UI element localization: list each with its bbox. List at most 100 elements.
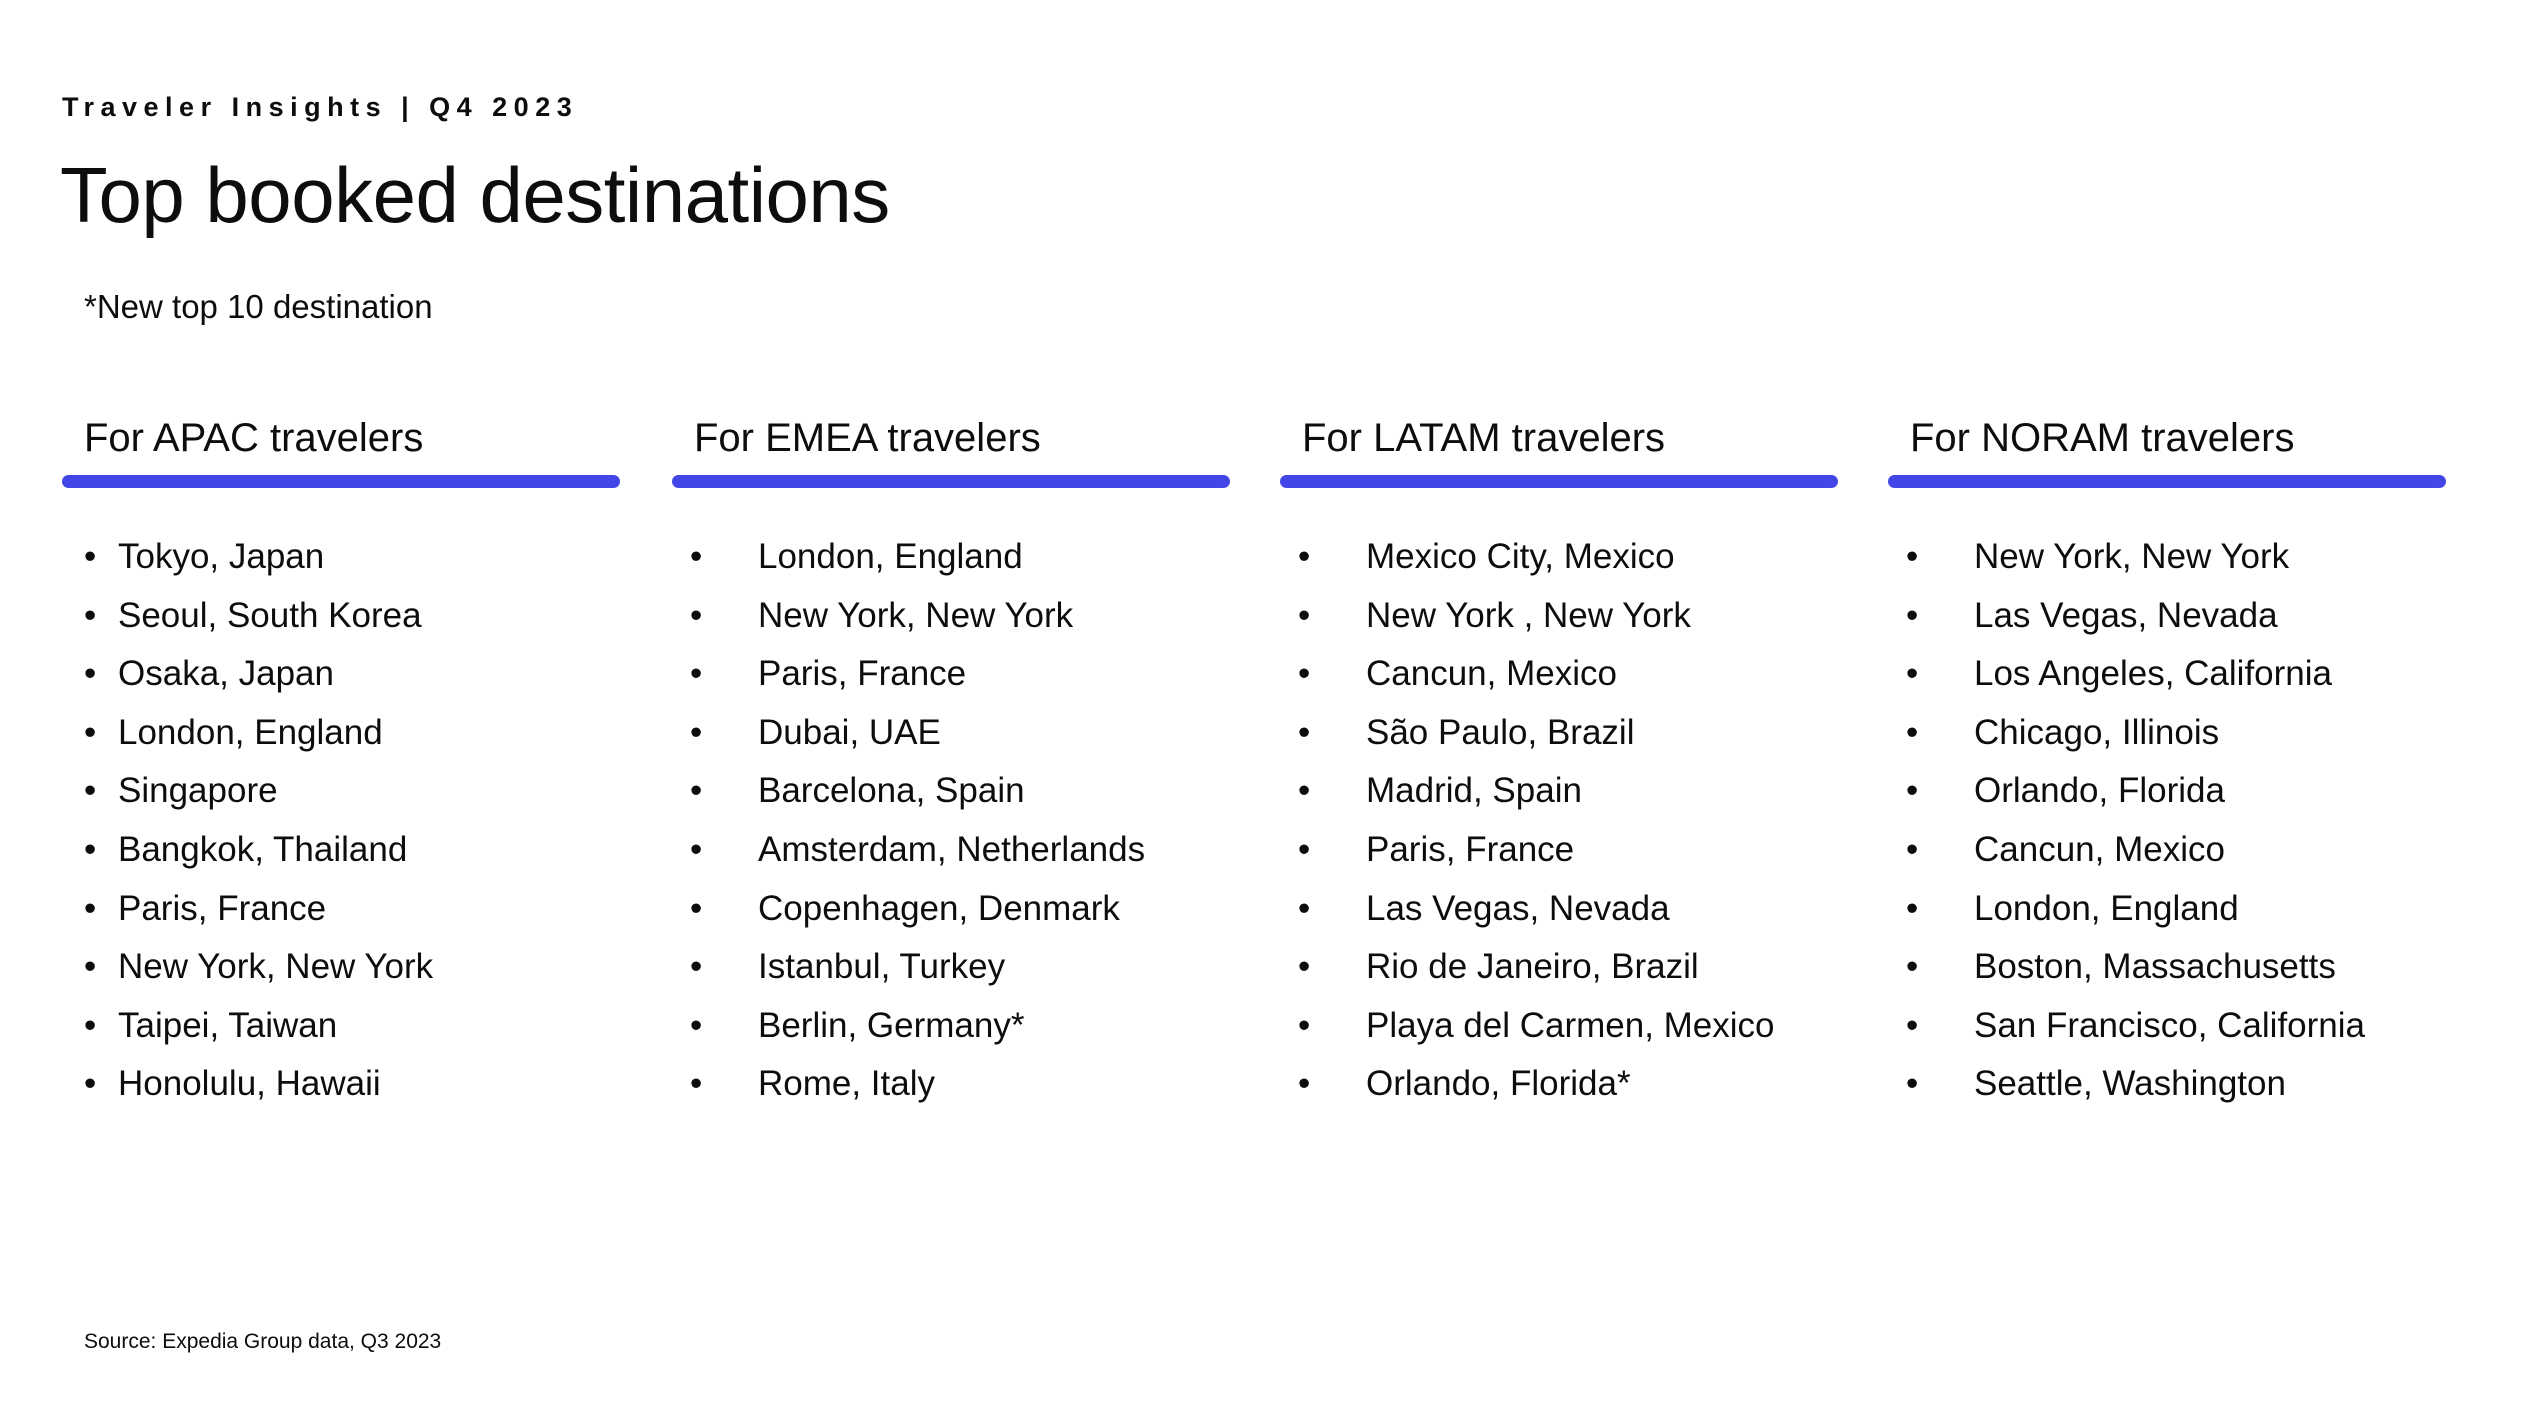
list-item: • Boston, Massachusetts [1888,938,2450,997]
destination-label: Berlin, Germany* [758,1005,1025,1045]
destination-label: London, England [118,712,383,752]
bullet-icon: • [1906,654,1919,694]
destination-label: Paris, France [758,654,967,694]
list-item: • Playa del Carmen, Mexico [1280,997,1842,1056]
bullet-icon: • [1298,888,1311,928]
destination-label: Paris, France [1366,829,1575,869]
destination-label: Paris, France [118,888,327,928]
bullet-icon: • [690,888,703,928]
list-item: • Orlando, Florida* [1280,1055,1842,1114]
destination-label: Rio de Janeiro, Brazil [1366,947,1699,987]
destination-label: Rome, Italy [758,1064,935,1104]
bullet-icon: • [690,1064,703,1104]
destination-label: Las Vegas, Nevada [1974,595,2278,635]
destination-list-noram: • New York, New York • Las Vegas, Nevada •… [1888,528,2450,1114]
bullet-icon: • [1298,771,1311,811]
bullet-icon: • [1298,712,1311,752]
list-item: • Istanbul, Turkey [672,938,1234,997]
bullet-icon: • [690,537,703,576]
destination-column-noram: For NORAM travelers • New York, New York … [1888,418,2450,1114]
bullet-icon: • [1298,829,1311,869]
bullet-icon: • [1298,1005,1311,1045]
destination-label: Dubai, UAE [758,712,941,752]
destination-list-apac: • Tokyo, Japan • Seoul, South Korea • Osaka… [62,528,624,1114]
destination-label: Osaka, Japan [118,654,334,694]
destination-label: New York, New York [118,947,434,987]
destination-label: Playa del Carmen, Mexico [1366,1005,1775,1045]
list-item: • Las Vegas, Nevada [1888,587,2450,646]
destination-label: New York , New York [1366,595,1691,635]
list-item: • Taipei, Taiwan [62,997,624,1056]
bullet-icon: • [84,1064,97,1104]
list-item: • Cancun, Mexico [1888,821,2450,880]
bullet-icon: • [84,947,97,987]
list-item: • New York , New York [1280,587,1842,646]
list-item: • San Francisco, California [1888,997,2450,1056]
column-rule [1888,475,2446,488]
destination-list-latam: • Mexico City, Mexico • New York , New Yor… [1280,528,1842,1114]
destination-list-emea: • London, England • New York, New York • Pa… [672,528,1234,1114]
destination-label: Copenhagen, Denmark [758,888,1120,928]
list-item: • Mexico City, Mexico [1280,528,1842,587]
list-item: • São Paulo, Brazil [1280,704,1842,763]
bullet-icon: • [1906,712,1919,752]
bullet-icon: • [1298,947,1311,987]
list-item: • Seoul, South Korea [62,587,624,646]
destination-label: Los Angeles, California [1974,654,2332,694]
column-rule [672,475,1230,488]
bullet-icon: • [1906,537,1919,576]
bullet-icon: • [84,888,97,928]
list-item: • London, England [672,528,1234,587]
destination-label: Orlando, Florida [1974,771,2225,811]
list-item: • Cancun, Mexico [1280,645,1842,704]
destination-label: Chicago, Illinois [1974,712,2220,752]
bullet-icon: • [1906,771,1919,811]
bullet-icon: • [690,947,703,987]
list-item: • Las Vegas, Nevada [1280,880,1842,939]
bullet-icon: • [84,771,97,811]
list-item: • Los Angeles, California [1888,645,2450,704]
list-item: • Barcelona, Spain [672,762,1234,821]
destination-columns: For APAC travelers • Tokyo, Japan • Seoul,… [0,0,2532,1420]
bullet-icon: • [1906,1064,1919,1104]
destination-label: Tokyo, Japan [118,537,325,576]
destination-label: New York, New York [1974,537,2290,576]
bullet-icon: • [1298,654,1311,694]
list-item: • Madrid, Spain [1280,762,1842,821]
bullet-icon: • [690,771,703,811]
destination-label: Barcelona, Spain [758,771,1025,811]
destination-label: Istanbul, Turkey [758,947,1006,987]
bullet-icon: • [1298,1064,1311,1104]
destination-label: Singapore [118,771,278,811]
bullet-icon: • [84,712,97,752]
list-item: • Bangkok, Thailand [62,821,624,880]
destination-label: Bangkok, Thailand [118,829,408,869]
list-item: • Rome, Italy [672,1055,1234,1114]
bullet-icon: • [84,829,97,869]
list-item: • New York, New York [672,587,1234,646]
list-item: • Berlin, Germany* [672,997,1234,1056]
list-item: • New York, New York [1888,528,2450,587]
list-item: • Osaka, Japan [62,645,624,704]
bullet-icon: • [84,654,97,694]
column-rule [1280,475,1838,488]
destination-label: Taipei, Taiwan [118,1005,338,1045]
bullet-icon: • [690,595,703,635]
list-item: • Amsterdam, Netherlands [672,821,1234,880]
column-rule [62,475,620,488]
column-heading: For LATAM travelers [1302,416,1666,460]
list-item: • Paris, France [62,880,624,939]
bullet-icon: • [1906,947,1919,987]
list-item: • Chicago, Illinois [1888,704,2450,763]
destination-label: Las Vegas, Nevada [1366,888,1670,928]
list-item: • London, England [62,704,624,763]
bullet-icon: • [690,829,703,869]
destination-column-latam: For LATAM travelers • Mexico City, Mexico… [1280,418,1842,1114]
list-item: • Copenhagen, Denmark [672,880,1234,939]
destination-label: San Francisco, California [1974,1005,2365,1045]
list-item: • Singapore [62,762,624,821]
bullet-icon: • [1298,537,1311,576]
list-item: • Paris, France [1280,821,1842,880]
list-item: • Seattle, Washington [1888,1055,2450,1114]
list-item: • New York, New York [62,938,624,997]
